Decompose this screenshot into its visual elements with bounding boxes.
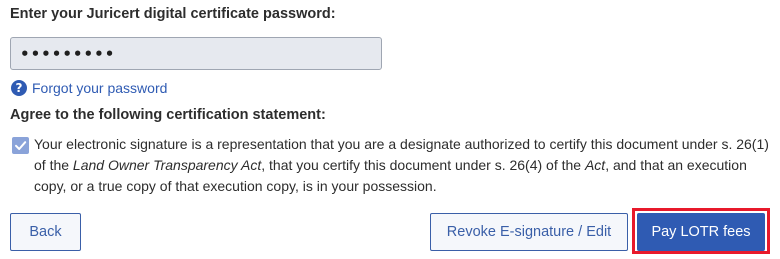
statement-act-short: Act (584, 157, 606, 173)
forgot-password-link[interactable]: ? Forgot your password (11, 80, 167, 96)
password-input[interactable] (10, 37, 382, 70)
password-label: Enter your Juricert digital certificate … (10, 6, 336, 22)
revoke-esignature-button[interactable]: Revoke E-signature / Edit (430, 213, 628, 251)
pay-lotr-fees-button[interactable]: Pay LOTR fees (637, 213, 765, 251)
checkmark-icon (15, 141, 27, 150)
back-button[interactable]: Back (10, 213, 81, 251)
certification-heading: Agree to the following certification sta… (10, 107, 326, 123)
certification-statement: Your electronic signature is a represent… (34, 134, 774, 197)
certificate-signing-panel: Enter your Juricert digital certificate … (0, 0, 780, 259)
certification-checkbox[interactable] (12, 137, 29, 154)
statement-act-name: Land Owner Transparency Act (72, 157, 262, 173)
forgot-password-label[interactable]: Forgot your password (32, 80, 167, 96)
help-icon: ? (11, 80, 27, 96)
statement-text-2: , that you certify this document under s… (261, 157, 585, 173)
